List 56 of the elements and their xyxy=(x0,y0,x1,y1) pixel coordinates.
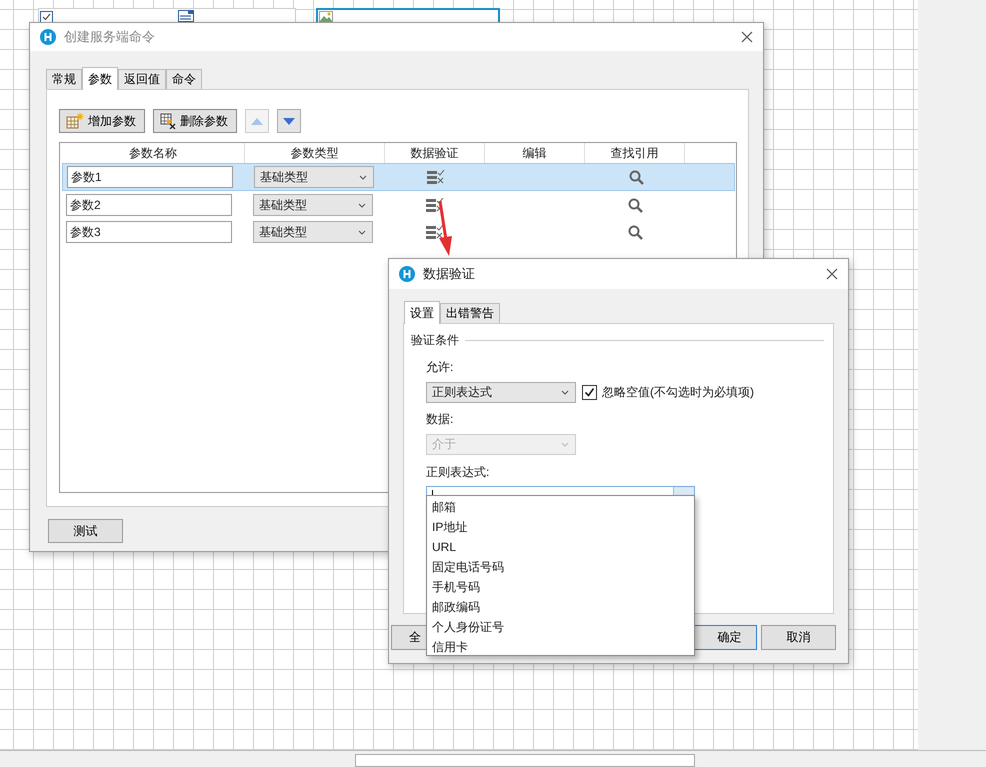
delete-table-icon xyxy=(160,113,176,129)
checkbox-label: 忽略空值(不勾选时为必填项) xyxy=(602,384,754,401)
type-dropdown[interactable]: 基础类型 xyxy=(253,194,373,216)
dialog-button[interactable]: 取消 xyxy=(761,625,836,650)
down-arrow-icon xyxy=(283,118,295,124)
up-arrow-icon xyxy=(251,118,263,124)
caret-icon xyxy=(561,390,569,395)
dropdown-option[interactable]: 手机号码 xyxy=(427,577,694,597)
logo-icon xyxy=(399,266,415,282)
test-button[interactable]: 测试 xyxy=(48,519,123,543)
move-down-button[interactable] xyxy=(277,109,301,133)
logo-icon xyxy=(40,29,56,45)
field-label: 正则表达式: xyxy=(426,464,490,481)
caret-icon xyxy=(359,174,367,180)
field-label: 数据: xyxy=(426,411,454,428)
window-title: 数据验证 xyxy=(423,265,476,283)
tab[interactable]: 设置 xyxy=(404,301,440,324)
name-field[interactable]: 参数3 xyxy=(66,221,232,243)
dropdown-option[interactable]: 邮政编码 xyxy=(427,597,694,617)
type-dropdown[interactable]: 基础类型 xyxy=(254,166,374,188)
checkbox[interactable] xyxy=(582,385,597,400)
dropdown-option[interactable]: 固定电话号码 xyxy=(427,557,694,577)
close-icon[interactable] xyxy=(826,268,838,280)
add-table-icon xyxy=(66,113,84,129)
add-parameter-button[interactable]: 增加参数 xyxy=(59,109,145,133)
allow-dropdown[interactable]: 正则表达式 xyxy=(426,382,576,403)
table-row[interactable]: 参数2 基础类型 xyxy=(62,192,736,218)
tab[interactable]: 命令 xyxy=(166,69,202,89)
table-row[interactable]: 参数1 基础类型 xyxy=(62,163,735,191)
caret-icon xyxy=(561,442,569,447)
section-title: 验证条件 xyxy=(411,332,459,349)
annotation-arrow xyxy=(438,200,452,256)
close-icon[interactable] xyxy=(741,31,753,43)
scrollbar[interactable] xyxy=(355,754,695,767)
delete-parameter-button[interactable]: 删除参数 xyxy=(153,109,237,133)
type-dropdown[interactable]: 基础类型 xyxy=(253,221,373,243)
table-row[interactable]: 参数3 基础类型 xyxy=(62,219,736,245)
window-title: 创建服务端命令 xyxy=(64,28,156,46)
caret-icon xyxy=(358,230,366,234)
field-label: 允许: xyxy=(426,359,454,376)
search-icon[interactable] xyxy=(628,198,642,212)
dropdown-option[interactable]: URL xyxy=(427,537,694,557)
dropdown-option[interactable]: IP地址 xyxy=(427,517,694,537)
tab[interactable]: 常规 xyxy=(46,69,82,89)
name-field[interactable]: 参数2 xyxy=(66,194,232,216)
tab[interactable]: 返回值 xyxy=(118,69,166,89)
dropdown-option[interactable]: 邮箱 xyxy=(427,497,694,517)
validation-icon[interactable] xyxy=(426,198,444,212)
tab[interactable]: 出错警告 xyxy=(440,303,500,323)
name-field[interactable]: 参数1 xyxy=(67,166,233,188)
validation-icon[interactable] xyxy=(427,170,445,184)
search-icon[interactable] xyxy=(628,170,644,184)
caret-icon xyxy=(358,202,366,208)
search-icon[interactable] xyxy=(628,224,642,240)
validation-icon[interactable] xyxy=(426,225,444,239)
tab[interactable]: 参数 xyxy=(82,67,118,90)
